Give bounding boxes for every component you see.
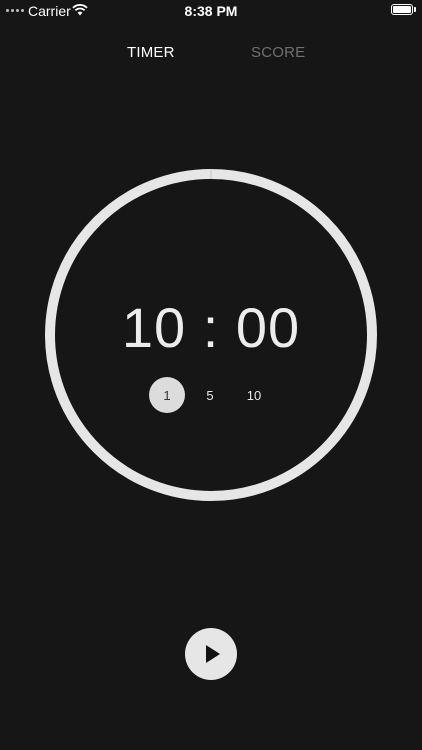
minute-option-label: 1 bbox=[163, 387, 171, 403]
minute-option-1[interactable]: 1 bbox=[149, 377, 185, 413]
battery-icon bbox=[391, 4, 413, 15]
timer-display: 10 : 00 bbox=[121, 296, 301, 359]
play-button[interactable] bbox=[185, 628, 237, 680]
play-icon bbox=[206, 645, 220, 663]
minute-option-10[interactable]: 10 bbox=[236, 377, 272, 413]
tab-timer[interactable]: TIMER bbox=[127, 44, 175, 61]
minute-option-5[interactable]: 5 bbox=[192, 377, 228, 413]
minute-option-label: 10 bbox=[246, 387, 262, 403]
minute-option-label: 5 bbox=[206, 387, 214, 403]
battery-cap bbox=[414, 7, 416, 12]
status-time: 8:38 PM bbox=[184, 3, 238, 19]
status-bar: Carrier 8:38 PM bbox=[0, 0, 422, 22]
tab-score[interactable]: SCORE bbox=[251, 44, 305, 61]
